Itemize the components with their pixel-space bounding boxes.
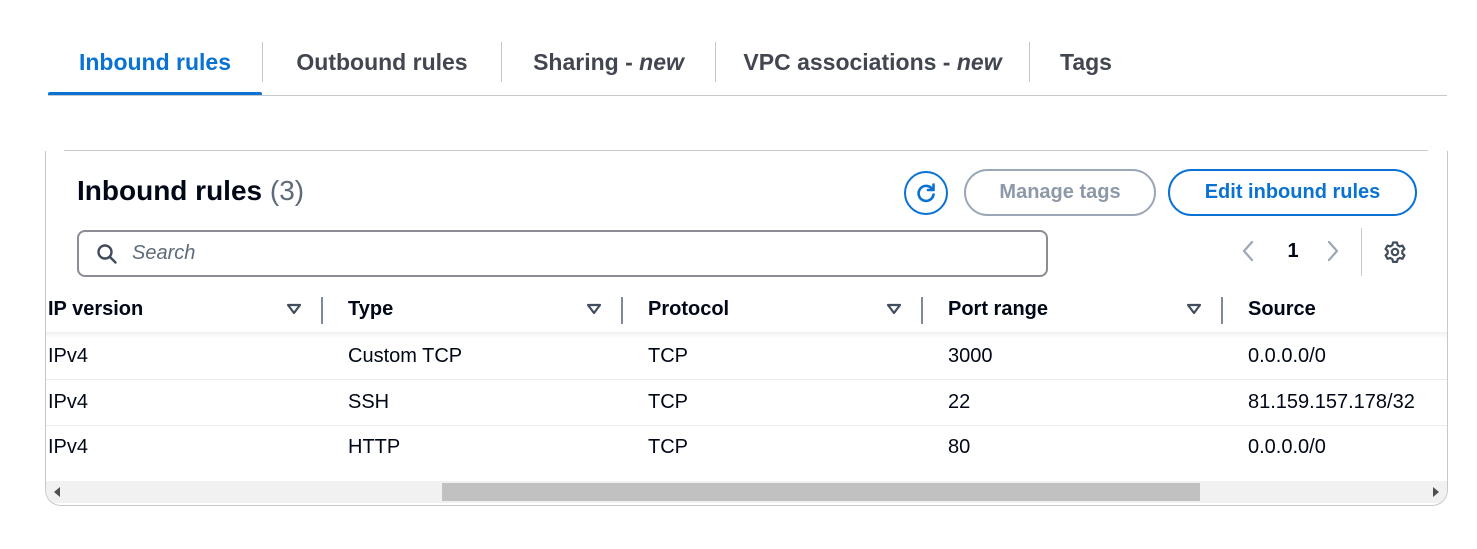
- cell-protocol: TCP: [648, 391, 688, 413]
- tab-new-badge: new: [956, 48, 1002, 75]
- table-header: IP version Type Protocol Port range Sour…: [46, 286, 1447, 332]
- scrollbar-thumb[interactable]: [442, 483, 1200, 501]
- column-header-port-range[interactable]: Port range: [948, 286, 1048, 332]
- tab-outbound-rules[interactable]: Outbound rules: [263, 30, 501, 94]
- column-header-ip-version[interactable]: IP version: [48, 286, 143, 332]
- scroll-left-arrow-icon[interactable]: [54, 487, 60, 497]
- sort-caret-icon[interactable]: [886, 303, 902, 315]
- cell-ip-version: IPv4: [48, 436, 89, 458]
- tab-label: VPC associations -: [743, 48, 957, 75]
- cell-protocol: TCP: [648, 345, 688, 367]
- table-row[interactable]: IPv4 SSH TCP 22 81.159.157.178/32: [46, 380, 1447, 426]
- column-header-source[interactable]: Source: [1248, 286, 1316, 332]
- edit-inbound-rules-button[interactable]: Edit inbound rules: [1168, 169, 1417, 216]
- refresh-icon: [917, 183, 935, 203]
- cell-ip-version: IPv4: [48, 391, 89, 413]
- column-resizer[interactable]: [1221, 297, 1223, 324]
- tab-inbound-rules[interactable]: Inbound rules: [48, 30, 262, 96]
- tabs-underline: [48, 95, 1447, 96]
- chevron-right-icon[interactable]: [1326, 239, 1340, 263]
- refresh-button[interactable]: [904, 171, 948, 215]
- sort-caret-icon[interactable]: [286, 303, 302, 315]
- tab-sharing[interactable]: Sharing - new: [502, 30, 715, 94]
- cell-type: HTTP: [348, 436, 401, 458]
- gear-icon[interactable]: [1383, 240, 1407, 264]
- tab-label: Inbound rules: [78, 48, 232, 75]
- scroll-right-arrow-icon[interactable]: [1433, 487, 1439, 497]
- page-number[interactable]: 1: [1286, 240, 1300, 263]
- column-header-type[interactable]: Type: [348, 286, 393, 332]
- panel-title-text: Inbound rules: [77, 175, 263, 206]
- pagination-divider: [1361, 228, 1362, 276]
- cell-source: 0.0.0.0/0: [1248, 436, 1326, 458]
- manage-tags-button[interactable]: Manage tags: [964, 169, 1156, 216]
- tab-vpc-associations[interactable]: VPC associations - new: [716, 30, 1029, 94]
- table-row[interactable]: IPv4 Custom TCP TCP 3000 0.0.0.0/0: [46, 334, 1447, 380]
- column-resizer[interactable]: [621, 297, 623, 324]
- table-row[interactable]: IPv4 HTTP TCP 80 0.0.0.0/0: [46, 425, 1447, 470]
- search-icon: [97, 243, 117, 264]
- tab-label: Outbound rules: [296, 48, 468, 75]
- tab-tags[interactable]: Tags: [1030, 30, 1142, 94]
- column-header-protocol[interactable]: Protocol: [648, 286, 729, 332]
- cell-source: 81.159.157.178/32: [1248, 391, 1415, 413]
- search-box: [77, 230, 1048, 277]
- sort-caret-icon[interactable]: [1186, 303, 1202, 315]
- cell-port-range: 22: [948, 391, 971, 413]
- chevron-left-icon[interactable]: [1241, 239, 1255, 263]
- cell-ip-version: IPv4: [48, 345, 89, 367]
- tab-label: Tags: [1060, 48, 1112, 75]
- cell-type: Custom TCP: [348, 345, 463, 367]
- cell-source: 0.0.0.0/0: [1248, 345, 1326, 367]
- inbound-rules-panel: Inbound rules (3) Manage tags Edit inbou…: [45, 151, 1448, 506]
- tab-new-badge: new: [639, 48, 684, 75]
- sort-caret-icon[interactable]: [586, 303, 602, 315]
- column-resizer[interactable]: [321, 297, 323, 324]
- rule-count: (3): [269, 175, 305, 206]
- tab-bar: Inbound rules Outbound rules Sharing - n…: [48, 30, 1447, 96]
- column-resizer[interactable]: [921, 297, 923, 324]
- cell-port-range: 3000: [948, 345, 993, 367]
- cell-protocol: TCP: [648, 436, 688, 458]
- cell-port-range: 80: [948, 436, 971, 458]
- tab-label: Sharing -: [533, 48, 640, 75]
- horizontal-scrollbar[interactable]: [46, 481, 1447, 503]
- search-input[interactable]: [130, 241, 1014, 266]
- cell-type: SSH: [348, 391, 390, 413]
- panel-title: Inbound rules (3): [77, 175, 304, 207]
